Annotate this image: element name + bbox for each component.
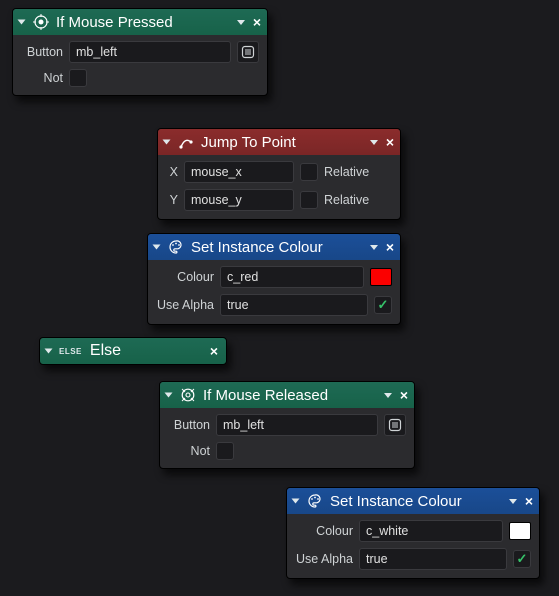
- dropdown-icon[interactable]: [384, 393, 392, 398]
- dropdown-icon[interactable]: [509, 499, 517, 504]
- dropdown-icon[interactable]: [370, 140, 378, 145]
- node-else[interactable]: ELSE Else ×: [39, 337, 227, 365]
- use-alpha-label: Use Alpha: [295, 552, 353, 566]
- node-set-instance-colour-1[interactable]: Set Instance Colour × Colour c_red Use A…: [147, 233, 401, 325]
- use-alpha-input[interactable]: true: [220, 294, 368, 316]
- node-title: Jump To Point: [201, 134, 296, 151]
- colour-input[interactable]: c_white: [359, 520, 503, 542]
- close-icon[interactable]: ×: [400, 388, 408, 402]
- node-titlebar[interactable]: If Mouse Pressed ×: [13, 9, 267, 35]
- node-set-instance-colour-2[interactable]: Set Instance Colour × Colour c_white Use…: [286, 487, 540, 579]
- node-titlebar[interactable]: Set Instance Colour ×: [148, 234, 400, 260]
- x-label: X: [166, 165, 178, 179]
- close-icon[interactable]: ×: [253, 15, 261, 29]
- node-if-mouse-pressed[interactable]: If Mouse Pressed × Button mb_left Not: [12, 8, 268, 96]
- dropdown-icon[interactable]: [370, 245, 378, 250]
- close-icon[interactable]: ×: [386, 240, 394, 254]
- node-titlebar[interactable]: Jump To Point ×: [158, 129, 400, 155]
- colour-label: Colour: [156, 270, 214, 284]
- node-body: Colour c_white Use Alpha true: [287, 514, 539, 578]
- y-label: Y: [166, 193, 178, 207]
- colour-input[interactable]: c_red: [220, 266, 364, 288]
- node-body: Button mb_left Not: [13, 35, 267, 95]
- node-title: Set Instance Colour: [330, 493, 462, 510]
- dropdown-icon[interactable]: [237, 20, 245, 25]
- use-alpha-checkbox[interactable]: [374, 296, 392, 314]
- close-icon[interactable]: ×: [386, 135, 394, 149]
- node-body: Button mb_left Not: [160, 408, 414, 468]
- y-input[interactable]: mouse_y: [184, 189, 294, 211]
- else-keyword: ELSE: [59, 347, 82, 356]
- x-relative-checkbox[interactable]: [300, 163, 318, 181]
- colour-swatch[interactable]: [370, 268, 392, 286]
- palette-icon: [306, 492, 324, 510]
- close-icon[interactable]: ×: [210, 343, 218, 359]
- jump-icon: [177, 133, 195, 151]
- node-title: If Mouse Released: [203, 387, 328, 404]
- use-alpha-input[interactable]: true: [359, 548, 507, 570]
- node-titlebar[interactable]: If Mouse Released ×: [160, 382, 414, 408]
- button-input[interactable]: mb_left: [216, 414, 378, 436]
- collapse-icon[interactable]: [18, 20, 26, 25]
- not-checkbox[interactable]: [216, 442, 234, 460]
- close-icon[interactable]: ×: [525, 494, 533, 508]
- node-title: If Mouse Pressed: [56, 14, 173, 31]
- collapse-icon[interactable]: [153, 245, 161, 250]
- not-label: Not: [21, 71, 63, 85]
- palette-icon: [167, 238, 185, 256]
- mouse-pressed-icon: [32, 13, 50, 31]
- button-label: Button: [168, 418, 210, 432]
- y-relative-checkbox[interactable]: [300, 191, 318, 209]
- not-label: Not: [168, 444, 210, 458]
- colour-label: Colour: [295, 524, 353, 538]
- node-titlebar[interactable]: Set Instance Colour ×: [287, 488, 539, 514]
- button-list-icon[interactable]: [237, 41, 259, 63]
- collapse-icon[interactable]: [165, 393, 173, 398]
- node-jump-to-point[interactable]: Jump To Point × X mouse_x Relative Y mou…: [157, 128, 401, 220]
- x-relative-label: Relative: [324, 165, 369, 179]
- button-input[interactable]: mb_left: [69, 41, 231, 63]
- button-label: Button: [21, 45, 63, 59]
- node-body: X mouse_x Relative Y mouse_y Relative: [158, 155, 400, 219]
- button-list-icon[interactable]: [384, 414, 406, 436]
- mouse-released-icon: [179, 386, 197, 404]
- x-input[interactable]: mouse_x: [184, 161, 294, 183]
- collapse-icon[interactable]: [163, 140, 171, 145]
- use-alpha-label: Use Alpha: [156, 298, 214, 312]
- node-if-mouse-released[interactable]: If Mouse Released × Button mb_left Not: [159, 381, 415, 469]
- node-body: Colour c_red Use Alpha true: [148, 260, 400, 324]
- collapse-icon[interactable]: [292, 499, 300, 504]
- y-relative-label: Relative: [324, 193, 369, 207]
- node-title: Set Instance Colour: [191, 239, 323, 256]
- else-title: Else: [90, 342, 202, 360]
- colour-swatch[interactable]: [509, 522, 531, 540]
- not-checkbox[interactable]: [69, 69, 87, 87]
- use-alpha-checkbox[interactable]: [513, 550, 531, 568]
- collapse-icon[interactable]: [45, 349, 53, 354]
